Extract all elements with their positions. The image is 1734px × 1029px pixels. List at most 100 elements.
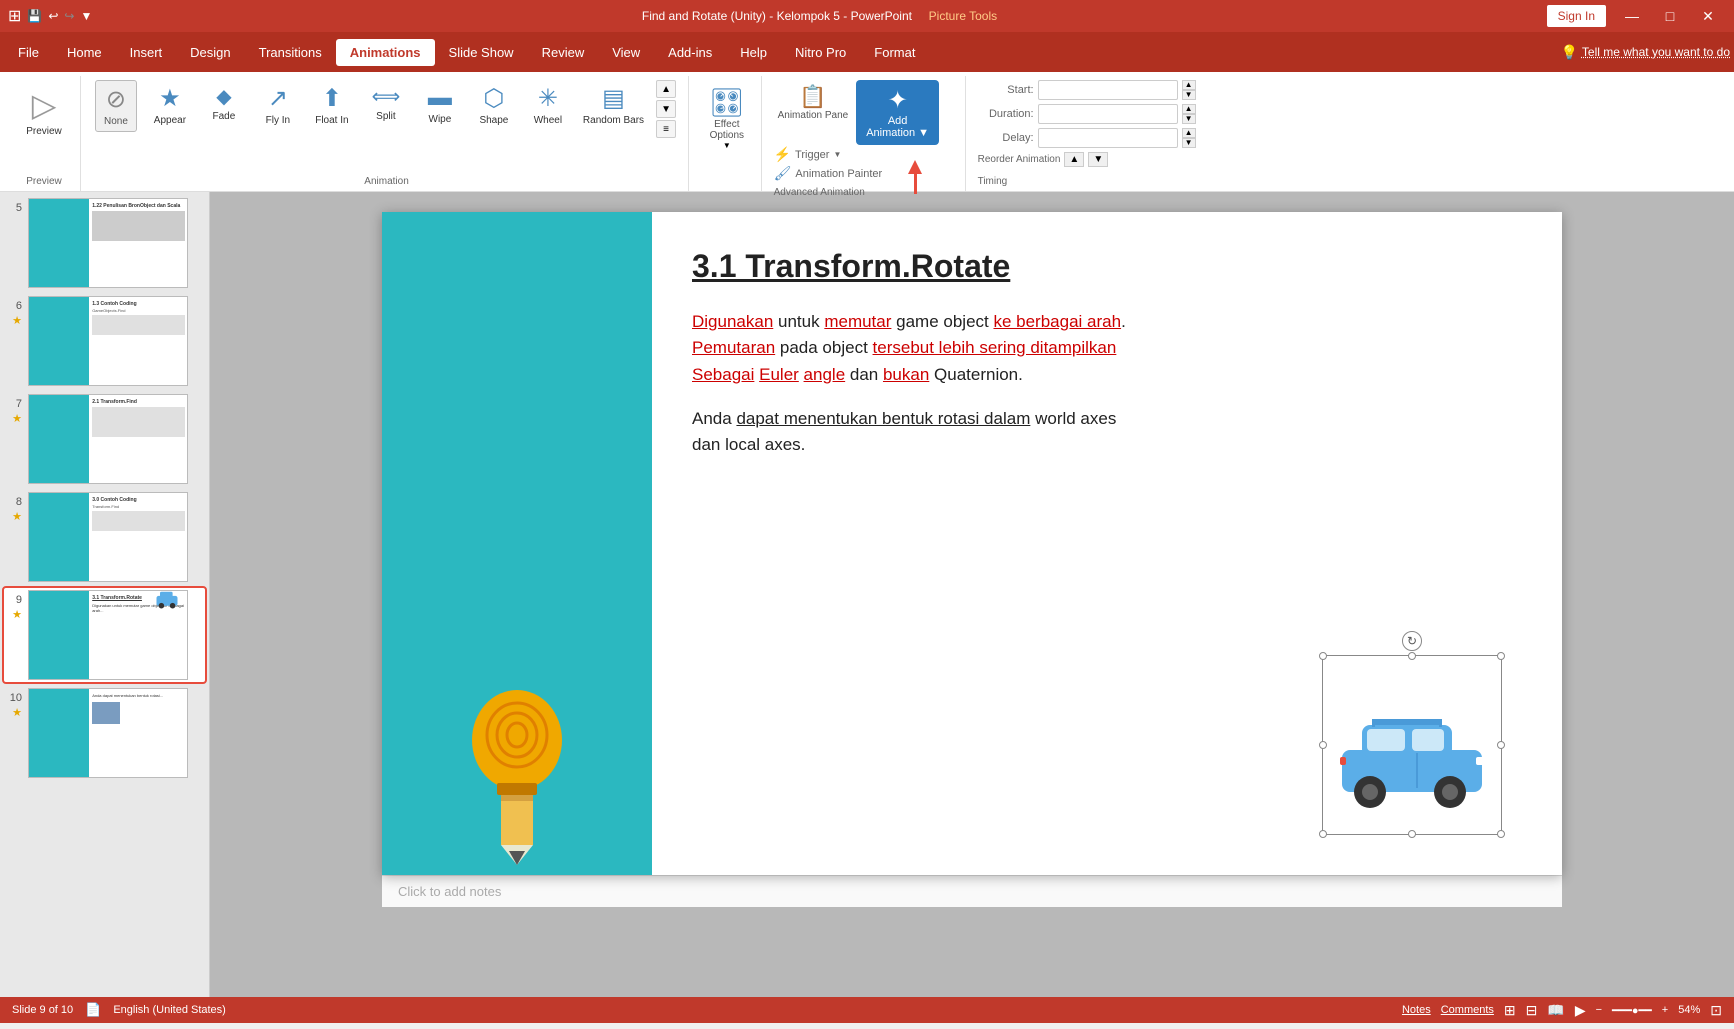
slide-thumb-teal-7 xyxy=(29,395,89,483)
comments-button[interactable]: Comments xyxy=(1441,1004,1494,1016)
animation-pane-button[interactable]: 📋 Animation Pane xyxy=(774,80,853,125)
trigger-label[interactable]: Trigger xyxy=(795,149,829,161)
slide-star-6: ★ xyxy=(12,314,22,327)
timing-delay-up[interactable]: ▲ xyxy=(1182,128,1196,138)
quick-access-save[interactable]: 💾 xyxy=(27,9,42,23)
effect-options-button[interactable]: 🎛 EffectOptions ▼ xyxy=(701,80,753,156)
car-rotate-handle[interactable]: ↻ xyxy=(1402,631,1422,651)
quick-access-more[interactable]: ▼ xyxy=(80,9,92,23)
animation-appear-button[interactable]: ★ Appear xyxy=(145,80,195,131)
quick-access-redo[interactable]: ↪ xyxy=(64,9,74,23)
reorder-later-button[interactable]: ▼ xyxy=(1088,152,1108,167)
slide-sorter-icon[interactable]: ⊟ xyxy=(1526,1002,1538,1019)
menu-nitropro[interactable]: Nitro Pro xyxy=(781,39,860,66)
title-bar-center: Find and Rotate (Unity) - Kelompok 5 - P… xyxy=(92,9,1546,23)
fit-page-icon[interactable]: ⊡ xyxy=(1710,1002,1722,1019)
animation-flyin-button[interactable]: ↗ Fly In xyxy=(253,80,303,131)
timing-duration-spinners: ▲ ▼ xyxy=(1182,104,1196,124)
animation-none-button[interactable]: ⊘ None xyxy=(95,80,137,132)
anim-scroll-down-button[interactable]: ▼ xyxy=(656,100,676,118)
anim-scroll-up-button[interactable]: ▲ xyxy=(656,80,676,98)
menu-file[interactable]: File xyxy=(4,39,53,66)
slide-item-7[interactable]: 7 ★ 2.1 Transform.Find xyxy=(4,392,205,486)
normal-view-icon[interactable]: ⊞ xyxy=(1504,1002,1516,1019)
powerpoint-logo-icon: ⊞ xyxy=(8,6,21,26)
slide-thumb-9: 3.1 Transform.Rotate Digunakan untuk mem… xyxy=(28,590,188,680)
slide-item-6[interactable]: 6 ★ 1.3 Contoh Coding GameObjects.Find xyxy=(4,294,205,388)
anim-scroll-more-button[interactable]: ≡ xyxy=(656,120,676,138)
slide-item-8[interactable]: 8 ★ 3.0 Contoh Coding Transform.Find xyxy=(4,490,205,584)
menu-home[interactable]: Home xyxy=(53,39,116,66)
car-object-container[interactable]: ↻ xyxy=(1322,655,1502,835)
quick-access-undo[interactable]: ↩ xyxy=(48,9,58,23)
slide-number-8: 8 xyxy=(6,496,22,508)
randombars-icon: ▤ xyxy=(602,84,625,113)
timing-start-up[interactable]: ▲ xyxy=(1182,80,1196,90)
menu-help[interactable]: Help xyxy=(726,39,781,66)
slide-item-10[interactable]: 10 ★ Anda dapat menentukan bentuk rotasi… xyxy=(4,686,205,780)
split-icon: ⟺ xyxy=(372,84,401,109)
close-button[interactable]: ✕ xyxy=(1690,2,1726,30)
menu-insert[interactable]: Insert xyxy=(116,39,177,66)
menu-animations[interactable]: Animations xyxy=(336,39,435,66)
shape-icon: ⬡ xyxy=(483,84,504,113)
menu-design[interactable]: Design xyxy=(176,39,244,66)
notes-add-area[interactable]: Click to add notes xyxy=(382,875,1562,907)
animation-fade-button[interactable]: ◆ Fade xyxy=(199,80,249,127)
appear-icon: ★ xyxy=(159,84,181,113)
timing-duration-up[interactable]: ▲ xyxy=(1182,104,1196,114)
fade-icon: ◆ xyxy=(216,84,231,109)
timing-duration-input[interactable] xyxy=(1038,104,1178,124)
reorder-earlier-button[interactable]: ▲ xyxy=(1064,152,1084,167)
handle-tr[interactable] xyxy=(1497,652,1505,660)
preview-button[interactable]: ▷ Preview xyxy=(16,80,72,144)
timing-reorder-row: Reorder Animation ▲ ▼ xyxy=(978,152,1718,167)
maximize-button[interactable]: □ xyxy=(1652,2,1688,30)
timing-start-down[interactable]: ▼ xyxy=(1182,90,1196,100)
slideshow-icon[interactable]: ▶ xyxy=(1575,1002,1586,1019)
minimize-button[interactable]: — xyxy=(1614,2,1650,30)
animation-wipe-button[interactable]: ▬ Wipe xyxy=(415,80,465,130)
timing-start-input[interactable] xyxy=(1038,80,1178,100)
handle-bm[interactable] xyxy=(1408,830,1416,838)
slide-canvas[interactable]: 3.1 Transform.Rotate Digunakan untuk mem… xyxy=(382,212,1562,875)
menu-format[interactable]: Format xyxy=(860,39,929,66)
handle-mr[interactable] xyxy=(1497,741,1505,749)
menu-addins[interactable]: Add-ins xyxy=(654,39,726,66)
menu-review[interactable]: Review xyxy=(528,39,599,66)
wheel-icon: ✳ xyxy=(538,84,558,113)
slide-item-5[interactable]: 5 ★ 1.22 Penulisan BronObject dan Scala xyxy=(4,196,205,290)
animation-wheel-button[interactable]: ✳ Wheel xyxy=(523,80,573,131)
add-animation-button[interactable]: ✦ Add Animation ▼ xyxy=(856,80,939,145)
timing-delay-input[interactable] xyxy=(1038,128,1178,148)
notes-button[interactable]: Notes xyxy=(1402,1004,1431,1016)
timing-duration-down[interactable]: ▼ xyxy=(1182,114,1196,124)
handle-br[interactable] xyxy=(1497,830,1505,838)
animation-floatin-button[interactable]: ⬆ Float In xyxy=(307,80,357,131)
animation-shape-button[interactable]: ⬡ Shape xyxy=(469,80,519,131)
menu-transitions[interactable]: Transitions xyxy=(245,39,336,66)
animation-split-button[interactable]: ⟺ Split xyxy=(361,80,411,127)
reading-view-icon[interactable]: 📖 xyxy=(1547,1002,1564,1019)
trigger-dropdown-icon: ▼ xyxy=(833,150,841,159)
animation-painter-label[interactable]: Animation Painter xyxy=(795,168,882,180)
menu-view[interactable]: View xyxy=(598,39,654,66)
handle-tm[interactable] xyxy=(1408,652,1416,660)
animation-randombars-button[interactable]: ▤ Random Bars xyxy=(577,80,650,131)
handle-tl[interactable] xyxy=(1319,652,1327,660)
status-right: Notes Comments ⊞ ⊟ 📖 ▶ − ━━━●━━ + 54% ⊡ xyxy=(1402,1002,1722,1019)
slide-item-9[interactable]: 9 ★ 3.1 Transform.Rotate Digunakan untuk… xyxy=(4,588,205,682)
handle-bl[interactable] xyxy=(1319,830,1327,838)
menu-slideshow[interactable]: Slide Show xyxy=(435,39,528,66)
sign-in-button[interactable]: Sign In xyxy=(1547,5,1606,27)
timing-delay-down[interactable]: ▼ xyxy=(1182,138,1196,148)
timing-duration-row: Duration: ▲ ▼ xyxy=(978,104,1718,124)
zoom-slider[interactable]: ━━━●━━ xyxy=(1612,1004,1652,1017)
zoom-out-icon[interactable]: − xyxy=(1596,1004,1602,1016)
zoom-in-icon[interactable]: + xyxy=(1662,1004,1668,1016)
slide-thumb-8: 3.0 Contoh Coding Transform.Find xyxy=(28,492,188,582)
trigger-icon: ⚡ xyxy=(774,146,791,163)
handle-ml[interactable] xyxy=(1319,741,1327,749)
tell-me-input[interactable]: Tell me what you want to do xyxy=(1582,45,1730,59)
preview-icon: ▷ xyxy=(32,86,57,124)
